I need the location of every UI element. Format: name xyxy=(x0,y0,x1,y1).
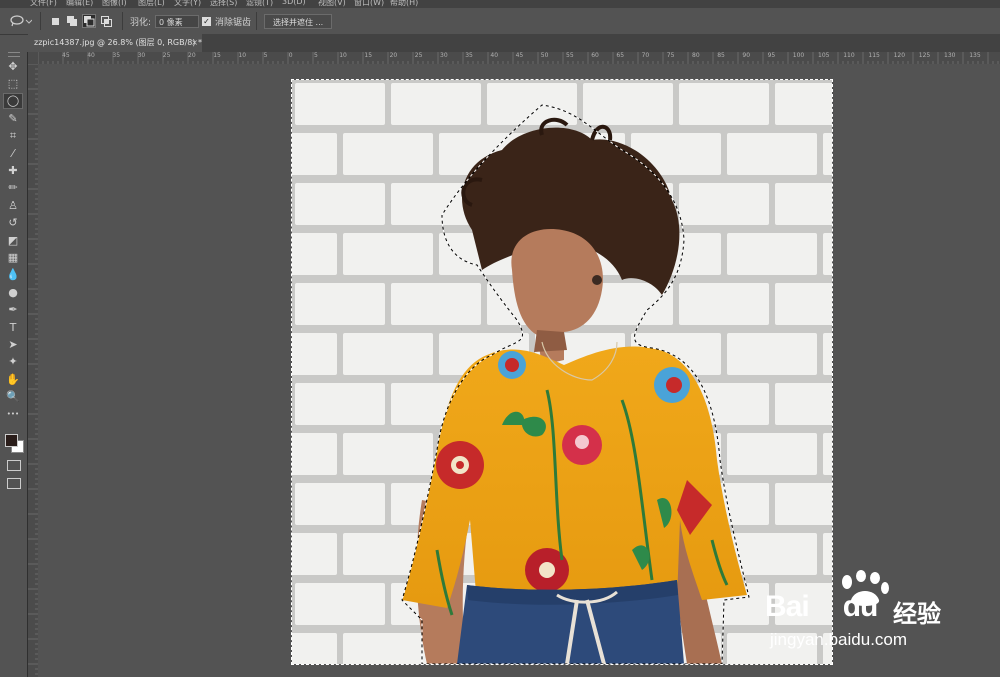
clone-stamp-tool[interactable]: ♙ xyxy=(3,197,23,213)
blur-icon: 💧 xyxy=(6,268,20,282)
baidu-watermark: Bai du 经验 jingyan.baidu.com xyxy=(765,570,965,655)
watermark-url: jingyan.baidu.com xyxy=(770,630,908,649)
add-selection-icon xyxy=(66,15,77,26)
marquee-tool[interactable]: ⬚ xyxy=(3,75,23,91)
blur-tool[interactable]: 💧 xyxy=(3,267,23,283)
select-and-mask-button[interactable]: 选择并遮住 ... xyxy=(264,13,333,29)
shape-icon: ✦ xyxy=(8,355,18,369)
gradient-tool[interactable]: ▦ xyxy=(3,249,23,265)
zoom-tool[interactable]: 🔍 xyxy=(3,389,23,405)
path-select-tool[interactable]: ➤ xyxy=(3,336,23,352)
hand-icon: ✋ xyxy=(6,372,20,386)
menu-item[interactable]: 视图(V) xyxy=(318,0,346,8)
tool-preset-picker[interactable] xyxy=(10,8,32,34)
menu-item[interactable]: 图像(I) xyxy=(102,0,127,8)
feather-input[interactable]: 0 像素 xyxy=(155,14,200,28)
menu-item[interactable]: 编辑(E) xyxy=(66,0,93,8)
lasso-icon xyxy=(10,15,32,27)
menu-bar: 文件(F) 编辑(E) 图像(I) 图层(L) 文字(Y) 选择(S) 滤镜(T) 3D(D)… xyxy=(0,0,1000,8)
document-tab[interactable]: zzpic14387.jpg @ 26.8% (图层 0, RGB/8) * × xyxy=(28,34,202,52)
move-icon: ✥ xyxy=(8,59,18,73)
photo-image xyxy=(292,80,832,664)
watermark-brand: Bai du xyxy=(765,590,878,623)
quick-select-tool[interactable]: ✎ xyxy=(3,110,23,126)
separator xyxy=(40,12,41,30)
brush-icon: ✏ xyxy=(8,181,18,195)
dodge-icon: ● xyxy=(8,285,18,299)
ruler-ticks xyxy=(38,52,999,64)
eraser-icon: ◩ xyxy=(7,233,19,247)
antialias-checkbox[interactable]: ✓ 消除锯齿 xyxy=(202,8,251,34)
menu-item[interactable]: 图层(L) xyxy=(138,0,165,8)
history-brush-icon: ↺ xyxy=(8,216,18,230)
antialias-label: 消除锯齿 xyxy=(215,17,252,28)
brush-tool[interactable]: ✏ xyxy=(3,180,23,196)
menu-item[interactable]: 3D(D) xyxy=(282,0,306,6)
menu-item[interactable]: 文件(F) xyxy=(30,0,57,8)
shape-tool[interactable]: ✦ xyxy=(3,354,23,370)
crop-tool[interactable]: ⌗ xyxy=(3,128,23,144)
menu-item[interactable]: 窗口(W) xyxy=(354,0,384,8)
hand-tool[interactable]: ✋ xyxy=(3,371,23,387)
healing-brush-tool[interactable]: ✚ xyxy=(3,162,23,178)
crop-icon: ⌗ xyxy=(9,128,17,142)
options-bar: 羽化: 0 像素 ✓ 消除锯齿 选择并遮住 ... xyxy=(0,8,1000,35)
marquee-icon: ⬚ xyxy=(7,76,19,90)
subtract-from-selection-button[interactable] xyxy=(82,14,96,28)
screen-mode-button[interactable] xyxy=(7,478,21,489)
pen-icon: ✒ xyxy=(8,303,18,317)
pen-tool[interactable]: ✒ xyxy=(3,302,23,318)
toolbar-grip[interactable] xyxy=(8,52,20,57)
dodge-tool[interactable]: ● xyxy=(3,284,23,300)
lasso-icon: ◯ xyxy=(6,94,20,108)
intersect-selection-button[interactable] xyxy=(99,14,113,28)
document-title: zzpic14387.jpg @ 26.8% (图层 0, RGB/8) * xyxy=(34,38,203,47)
healing-brush-icon: ✚ xyxy=(8,163,18,177)
feather-label: 羽化: xyxy=(130,17,152,28)
add-to-selection-button[interactable] xyxy=(65,14,79,28)
antialias-check[interactable]: ✓ xyxy=(202,16,211,26)
intersect-selection-icon xyxy=(100,15,112,27)
history-brush-tool[interactable]: ↺ xyxy=(3,215,23,231)
mores-icon: ••• xyxy=(6,410,20,418)
eraser-tool[interactable]: ◩ xyxy=(3,232,23,248)
document-tab-bar: zzpic14387.jpg @ 26.8% (图层 0, RGB/8) * × xyxy=(28,34,1000,52)
menu-item[interactable]: 滤镜(T) xyxy=(246,0,273,8)
separator xyxy=(256,12,257,30)
separator xyxy=(122,12,123,30)
type-tool[interactable]: T xyxy=(3,319,23,335)
new-selection-icon xyxy=(51,17,59,25)
zoom-icon: 🔍 xyxy=(6,390,20,404)
close-icon[interactable]: × xyxy=(191,34,198,52)
eyedropper-tool[interactable]: ⁄ xyxy=(3,145,23,161)
lasso-tool[interactable]: ◯ xyxy=(3,92,23,109)
gradient-icon: ▦ xyxy=(7,250,19,264)
tools-panel: ✥ ⬚ ◯ ✎ ⌗ ⁄ ✚ ✏ ♙ ↺ ◩ ▦ 💧 ● ✒ T ➤ ✦ ✋ 🔍 ••• xyxy=(0,52,28,677)
path-select-icon: ➤ xyxy=(8,337,18,351)
quick-mask-button[interactable] xyxy=(7,460,21,471)
watermark-chinese: 经验 xyxy=(893,600,941,628)
type-icon: T xyxy=(9,320,17,334)
foreground-color-swatch[interactable] xyxy=(5,434,18,447)
move-tool[interactable]: ✥ xyxy=(3,58,23,74)
menu-item[interactable]: 帮助(H) xyxy=(390,0,418,8)
more-tools[interactable]: ••• xyxy=(3,406,23,422)
clone-stamp-icon: ♙ xyxy=(8,198,18,212)
document-canvas[interactable] xyxy=(291,79,833,665)
quick-select-icon: ✎ xyxy=(8,111,18,125)
menu-item[interactable]: 文字(Y) xyxy=(174,0,201,8)
eyedropper-icon: ⁄ xyxy=(12,146,14,160)
subtract-selection-icon xyxy=(83,15,94,26)
ruler-origin[interactable] xyxy=(28,52,38,64)
new-selection-button[interactable] xyxy=(48,14,62,28)
menu-item[interactable]: 选择(S) xyxy=(210,0,237,8)
